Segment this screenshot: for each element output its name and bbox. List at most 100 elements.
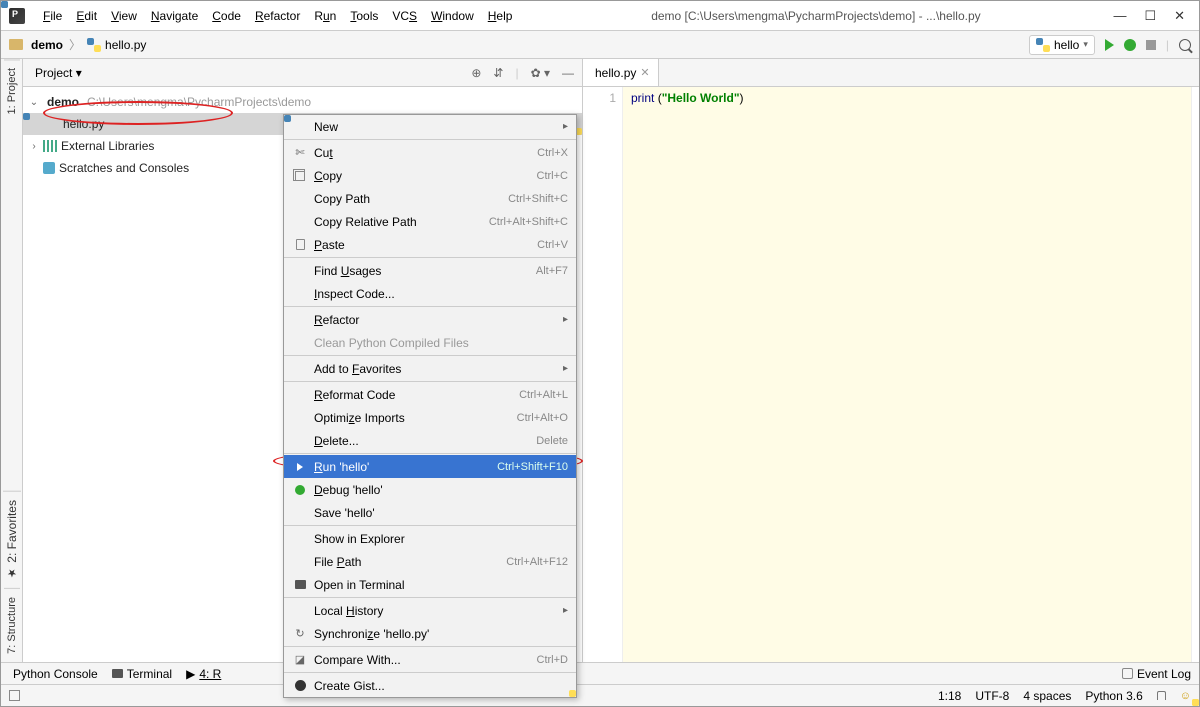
status-encoding[interactable]: UTF-8 [975, 689, 1009, 703]
menu-tools[interactable]: Tools [344, 5, 384, 27]
editor-body[interactable]: 1 print ("Hello World") [583, 87, 1199, 662]
ctx-find-usages[interactable]: Find UsagesAlt+F7 [284, 259, 576, 282]
collapse-icon[interactable]: ⇵ [493, 66, 503, 80]
ctx-save-hello-[interactable]: Save 'hello' [284, 501, 576, 524]
status-indent[interactable]: 4 spaces [1023, 689, 1071, 703]
menu-view[interactable]: View [105, 5, 143, 27]
ctx-copy-relative-path[interactable]: Copy Relative PathCtrl+Alt+Shift+C [284, 210, 576, 233]
gear-icon[interactable]: ✿ ▾ [531, 66, 550, 80]
app-icon [9, 8, 25, 24]
breadcrumb-root-label: demo [31, 38, 63, 52]
tree-root[interactable]: ⌄ demo C:\Users\mengma\PycharmProjects\d… [23, 91, 582, 113]
tool-tab-favorites[interactable]: ★ 2: Favorites [3, 491, 21, 588]
tree-file-label: hello.py [63, 117, 104, 131]
close-button[interactable]: ✕ [1174, 8, 1185, 24]
breadcrumb-sep: 〉 [69, 36, 81, 53]
ctx-paste[interactable]: PasteCtrl+V [284, 233, 576, 256]
ctx-synchronize-hello-py-[interactable]: ↻Synchronize 'hello.py' [284, 622, 576, 645]
code-area[interactable]: print ("Hello World") [623, 87, 1191, 662]
ctx-new[interactable]: New▸ [284, 115, 576, 138]
breadcrumb-root[interactable]: demo [9, 38, 63, 52]
code-marker-strip [1191, 87, 1199, 662]
breadcrumb-file-label: hello.py [105, 38, 146, 52]
hide-icon[interactable]: — [562, 66, 574, 80]
menu-edit[interactable]: Edit [70, 5, 103, 27]
debug-button[interactable] [1124, 39, 1136, 51]
tree-root-path: C:\Users\mengma\PycharmProjects\demo [87, 95, 311, 109]
window-title: demo [C:\Users\mengma\PycharmProjects\de… [518, 9, 1113, 23]
menu-navigate[interactable]: Navigate [145, 5, 204, 27]
ctx-run-hello-[interactable]: Run 'hello'Ctrl+Shift+F10 [284, 455, 576, 478]
editor-panel: hello.py ✕ 1 print ("Hello World") [583, 59, 1199, 662]
folder-icon [9, 39, 23, 50]
ctx-cut[interactable]: ✄CutCtrl+X [284, 141, 576, 164]
title-bar: File Edit View Navigate Code Refactor Ru… [1, 1, 1199, 31]
menu-run[interactable]: Run [308, 5, 342, 27]
lock-icon[interactable] [1157, 691, 1166, 700]
ctx-show-in-explorer[interactable]: Show in Explorer [284, 527, 576, 550]
menu-file[interactable]: File [37, 5, 68, 27]
editor-tab-hello[interactable]: hello.py ✕ [583, 59, 659, 86]
ctx-reformat-code[interactable]: Reformat CodeCtrl+Alt+L [284, 383, 576, 406]
tool-run[interactable]: ▶ 4: R [186, 667, 221, 681]
ctx-add-to-favorites[interactable]: Add to Favorites▸ [284, 357, 576, 380]
ctx-local-history[interactable]: Local History▸ [284, 599, 576, 622]
menu-code[interactable]: Code [206, 5, 247, 27]
status-python[interactable]: Python 3.6 [1085, 689, 1142, 703]
ctx-copy[interactable]: CopyCtrl+C [284, 164, 576, 187]
run-button[interactable] [1105, 39, 1114, 51]
tool-tab-project[interactable]: 1: Project [4, 59, 20, 122]
locate-icon[interactable]: ⊕ [471, 66, 481, 80]
line-gutter: 1 [583, 87, 623, 662]
minimize-button[interactable]: — [1113, 8, 1126, 23]
nav-bar: demo 〉 hello.py hello ▾ | [1, 31, 1199, 59]
terminal-icon [112, 669, 123, 678]
ctx-delete-[interactable]: Delete...Delete [284, 429, 576, 452]
window-controls: — ☐ ✕ [1113, 8, 1191, 24]
ctx-debug-hello-[interactable]: Debug 'hello' [284, 478, 576, 501]
ctx-create-gist-[interactable]: Create Gist... [284, 674, 576, 697]
tool-tab-structure[interactable]: 7: Structure [4, 588, 20, 662]
menu-help[interactable]: Help [482, 5, 519, 27]
separator: | [1166, 38, 1169, 52]
event-log-icon [1122, 668, 1133, 679]
status-position[interactable]: 1:18 [938, 689, 961, 703]
bottom-tool-bar: Python Console Terminal ▶ 4: R Event Log [1, 662, 1199, 684]
status-square-icon[interactable] [9, 690, 20, 701]
expand-icon[interactable]: › [29, 141, 39, 152]
editor-tab-label: hello.py [595, 66, 636, 80]
expand-icon[interactable]: ⌄ [29, 97, 39, 108]
stop-button[interactable] [1146, 40, 1156, 50]
ctx-compare-with-[interactable]: ◪Compare With...Ctrl+D [284, 648, 576, 671]
maximize-button[interactable]: ☐ [1144, 8, 1156, 24]
tree-scratches-label: Scratches and Consoles [59, 161, 189, 175]
ctx-open-in-terminal[interactable]: Open in Terminal [284, 573, 576, 596]
ctx-inspect-code-[interactable]: Inspect Code... [284, 282, 576, 305]
tree-root-label: demo [47, 95, 79, 109]
tool-python-console[interactable]: Python Console [9, 667, 98, 681]
search-button[interactable] [1179, 39, 1191, 51]
ctx-refactor[interactable]: Refactor▸ [284, 308, 576, 331]
inspector-icon[interactable]: ☺ [1180, 690, 1191, 702]
status-bar: 1:18 UTF-8 4 spaces Python 3.6 ☺ [1, 684, 1199, 706]
breadcrumb-file[interactable]: hello.py [87, 38, 146, 52]
ctx-copy-path[interactable]: Copy PathCtrl+Shift+C [284, 187, 576, 210]
python-icon [87, 38, 101, 52]
run-config-label: hello [1054, 38, 1079, 52]
menu-refactor[interactable]: Refactor [249, 5, 306, 27]
run-config-selector[interactable]: hello ▾ [1029, 35, 1095, 55]
python-icon [1036, 38, 1050, 52]
menu-window[interactable]: Window [425, 5, 480, 27]
close-tab-icon[interactable]: ✕ [640, 66, 649, 79]
ctx-file-path[interactable]: File PathCtrl+Alt+F12 [284, 550, 576, 573]
editor-tabs: hello.py ✕ [583, 59, 1199, 87]
menu-vcs[interactable]: VCS [386, 5, 423, 27]
project-panel-header: Project ▾ ⊕ ⇵ | ✿ ▾ — [23, 59, 582, 87]
tool-terminal[interactable]: Terminal [112, 667, 172, 681]
chevron-down-icon: ▾ [1083, 39, 1088, 50]
main-area: 1: Project ★ 2: Favorites 7: Structure P… [1, 59, 1199, 662]
ctx-optimize-imports[interactable]: Optimize ImportsCtrl+Alt+O [284, 406, 576, 429]
project-panel-title[interactable]: Project ▾ [35, 66, 82, 80]
tool-event-log[interactable]: Event Log [1122, 667, 1191, 681]
scratches-icon [43, 162, 55, 174]
